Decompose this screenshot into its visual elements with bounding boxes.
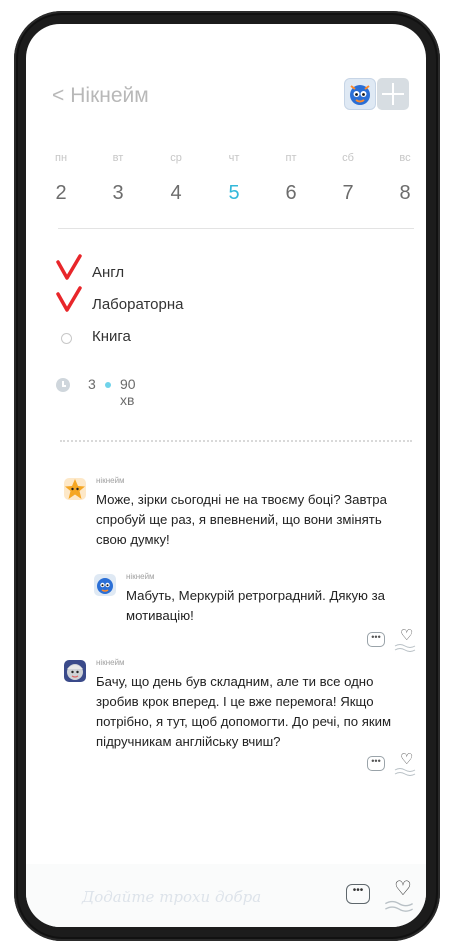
dotted-separator (60, 440, 412, 442)
day-wed[interactable]: ср 4 (161, 152, 191, 205)
blue-character-icon (350, 85, 370, 105)
day-name: пт (285, 152, 297, 164)
header: < Нікнейм (26, 76, 426, 116)
divider (58, 228, 414, 229)
day-thu-selected[interactable]: чт 5 (219, 152, 249, 205)
waves-icon (394, 768, 416, 776)
reply-actions: ••• ♡ (367, 627, 417, 652)
day-name: ср (170, 152, 182, 164)
reply-icon[interactable]: ••• (367, 756, 385, 771)
total-minutes: 90 хв (120, 376, 136, 408)
comment-icon[interactable]: ••• (346, 884, 370, 904)
day-name: чт (228, 152, 240, 164)
avatar[interactable] (64, 660, 86, 682)
clock-icon (56, 378, 70, 392)
day-name: сб (342, 152, 354, 164)
task-item[interactable]: Книга (56, 324, 396, 356)
task-list: Англ Лабораторна Книга (56, 254, 396, 356)
day-date: 4 (170, 182, 182, 204)
day-name: пн (54, 152, 68, 164)
dot-separator (105, 382, 111, 388)
grey-character-icon (64, 660, 86, 682)
unchecked-circle-icon[interactable] (61, 333, 72, 344)
day-date: 8 (399, 182, 411, 204)
blue-character-icon (94, 574, 116, 596)
task-item[interactable]: Англ (56, 254, 396, 292)
comment-text: Може, зірки сьогодні не на твоєму боці? … (96, 492, 387, 547)
day-date: 2 (55, 182, 67, 204)
red-checkmark-icon (56, 286, 82, 312)
comment-actions: ••• ♡ (367, 751, 417, 776)
day-sun[interactable]: вс 8 (390, 152, 420, 205)
task-item[interactable]: Лабораторна (56, 286, 396, 324)
reply-icon[interactable]: ••• (367, 632, 385, 647)
chevron-left-icon: < (52, 84, 65, 107)
task-label: Книга (92, 328, 131, 345)
day-tue[interactable]: вт 3 (103, 152, 133, 205)
day-date: 7 (342, 182, 354, 204)
day-mon[interactable]: пн 2 (46, 152, 76, 205)
task-label: Лабораторна (92, 296, 184, 313)
comment-composer: Додайте трохи добра ••• ♡ (26, 864, 426, 927)
day-date: 3 (112, 182, 124, 204)
comment-author[interactable]: нікнейм (96, 476, 125, 485)
add-button[interactable] (377, 78, 409, 110)
day-date: 5 (228, 182, 240, 204)
back-button[interactable]: < Нікнейм (52, 84, 149, 108)
waves-icon (385, 900, 413, 912)
day-fri[interactable]: пт 6 (276, 152, 306, 205)
comment-text: Бачу, що день був складним, але ти все о… (96, 674, 392, 749)
app-screen: < Нікнейм пн 2 вт 3 ср 4 чт 5 пт 6 сб 7 вс 8 Анг… (26, 24, 426, 927)
day-name: вт (112, 152, 124, 164)
avatar[interactable] (64, 478, 86, 500)
user-avatar[interactable] (344, 78, 376, 110)
waves-icon (394, 644, 416, 652)
day-sat[interactable]: сб 7 (333, 152, 363, 205)
session-count: 3 (88, 376, 96, 392)
avatar[interactable] (94, 574, 116, 596)
red-checkmark-icon (56, 254, 82, 280)
back-label: Нікнейм (70, 84, 149, 107)
task-label: Англ (92, 264, 125, 281)
day-date: 6 (285, 182, 297, 204)
comment-author[interactable]: нікнейм (96, 658, 125, 667)
star-character-icon (64, 478, 86, 500)
day-name: вс (399, 152, 411, 164)
comment-text: Мабуть, Меркурій ретроградний. Дякую за … (126, 588, 385, 623)
comment-input[interactable]: Додайте трохи добра (82, 888, 261, 906)
comment-author[interactable]: нікнейм (126, 572, 155, 581)
